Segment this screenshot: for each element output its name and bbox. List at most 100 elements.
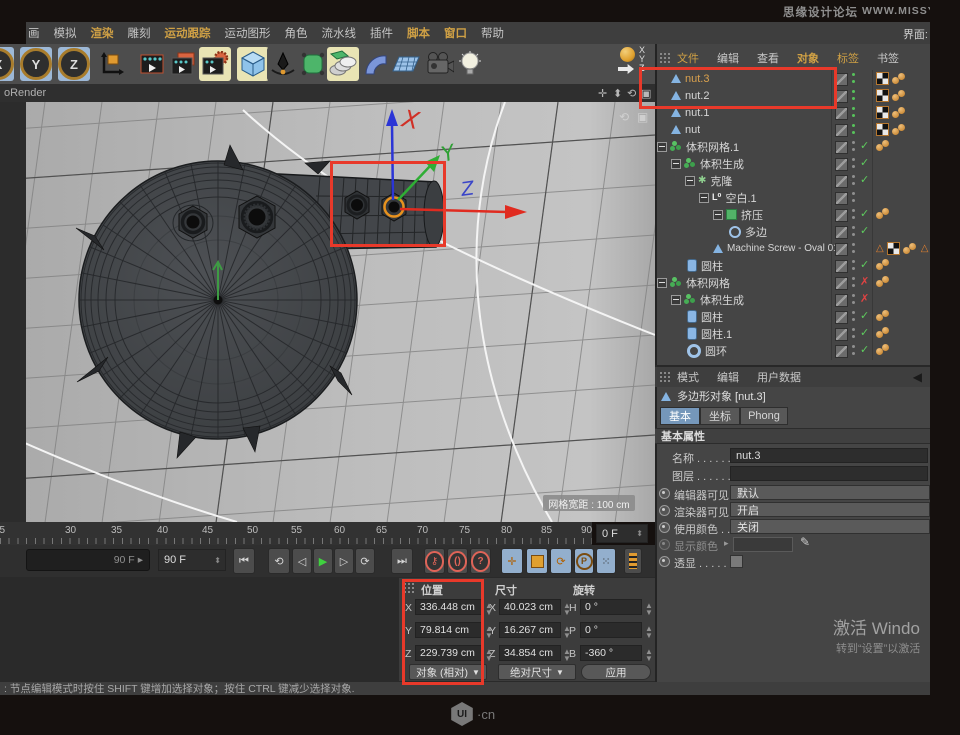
render-visibility-radio[interactable]: [659, 505, 670, 516]
am-menu-edit[interactable]: 编辑: [717, 369, 739, 385]
om-menu-bookmarks[interactable]: 书签: [877, 50, 899, 66]
disabled-cross-icon[interactable]: ✗: [860, 275, 869, 288]
render-view-button[interactable]: [137, 47, 169, 81]
size-x-field[interactable]: 40.023 cm: [499, 599, 561, 615]
color-picker-pen-icon[interactable]: ✎: [800, 535, 810, 549]
record-parameter-button[interactable]: P: [574, 548, 594, 574]
phong-tag-icon[interactable]: [876, 276, 891, 288]
object-row-cylinder-1[interactable]: 圆柱.1 ✓: [655, 325, 930, 342]
object-row-volume-builder[interactable]: 体积生成 ✗: [655, 291, 930, 308]
camera-rotate-icon[interactable]: ⟲: [619, 110, 629, 124]
layer-icon[interactable]: [835, 141, 848, 154]
protection-tag-icon[interactable]: △: [921, 243, 929, 254]
render-visibility-dropdown[interactable]: 开启: [730, 502, 930, 517]
next-key-button[interactable]: ▷: [334, 548, 354, 574]
record-keyframe-button[interactable]: ⚷: [424, 548, 445, 574]
keyframe-selection-button[interactable]: ?: [470, 548, 491, 574]
menu-item-mograph[interactable]: 运动图形: [225, 25, 271, 41]
visibility-dots-icon[interactable]: [852, 175, 856, 186]
object-row-null-1[interactable]: L⁰ 空白.1: [655, 189, 930, 206]
menu-item-animate[interactable]: 画: [28, 25, 40, 41]
x-axis-lock-button[interactable]: X: [0, 47, 14, 81]
layer-icon[interactable]: [835, 124, 848, 137]
layer-icon[interactable]: [835, 243, 848, 256]
phong-tag-icon[interactable]: [876, 259, 891, 271]
axis-ball-icon[interactable]: [620, 47, 635, 62]
menu-item-plugins[interactable]: 插件: [370, 25, 393, 41]
phong-tag-icon[interactable]: [892, 124, 907, 136]
texture-tag-icon[interactable]: [876, 123, 889, 136]
texture-tag-icon[interactable]: [876, 89, 889, 102]
viewport-toggle-icon[interactable]: ▣: [637, 110, 648, 124]
texture-tag-icon[interactable]: [876, 72, 889, 85]
frame-offset-field[interactable]: 0 F⬍: [596, 524, 648, 543]
object-row-volume-mesh[interactable]: 体积网格 ✗: [655, 274, 930, 291]
visibility-dots-icon[interactable]: [852, 277, 856, 288]
visibility-dots-icon[interactable]: [852, 124, 856, 135]
phong-tag-icon[interactable]: [892, 90, 907, 102]
enabled-check-icon[interactable]: ✓: [860, 207, 869, 220]
layer-icon[interactable]: [835, 209, 848, 222]
visibility-dots-icon[interactable]: [852, 192, 856, 203]
menu-item-motion-tracker[interactable]: 运动跟踪: [165, 25, 211, 41]
enabled-check-icon[interactable]: ✓: [860, 326, 869, 339]
protection-tag-icon[interactable]: △: [876, 243, 884, 254]
display-color-expand-icon[interactable]: ▸: [724, 538, 729, 549]
basic-properties-header[interactable]: 基本属性: [655, 428, 930, 444]
menu-item-simulate[interactable]: 模拟: [54, 25, 77, 41]
layer-icon[interactable]: [835, 226, 848, 239]
object-row-torus[interactable]: 圆环 ✓: [655, 342, 930, 359]
z-axis-lock-button[interactable]: Z: [58, 47, 90, 81]
layer-icon[interactable]: [835, 277, 848, 290]
viewport-canvas[interactable]: X Y Z: [0, 102, 655, 522]
autokey-button[interactable]: (): [447, 548, 468, 574]
use-color-dropdown[interactable]: 关闭: [730, 519, 930, 534]
tab-phong[interactable]: Phong: [740, 407, 788, 425]
spline-pen-button[interactable]: [267, 47, 299, 81]
layer-icon[interactable]: [835, 107, 848, 120]
display-color-radio[interactable]: [659, 539, 670, 550]
loop-button[interactable]: ⟳: [355, 548, 375, 574]
size-z-field[interactable]: 34.854 cm: [499, 645, 561, 661]
add-cube-button[interactable]: [237, 47, 269, 81]
object-row-volume-mesh-1[interactable]: 体积网格.1 ✓: [655, 138, 930, 155]
viewport-rotate-icon[interactable]: ⟲: [627, 87, 636, 100]
visibility-dots-icon[interactable]: [852, 141, 856, 152]
rot-p-field[interactable]: 0 °: [580, 622, 642, 638]
previous-key-button[interactable]: ◁: [292, 548, 312, 574]
menu-item-character[interactable]: 角色: [285, 25, 308, 41]
object-row-nut2[interactable]: nut.2: [655, 87, 930, 104]
xray-radio[interactable]: [659, 556, 670, 567]
phong-tag-icon[interactable]: [876, 208, 891, 220]
goto-end-button[interactable]: ⏭: [391, 548, 413, 574]
visibility-dots-icon[interactable]: [852, 73, 856, 84]
layer-icon[interactable]: [835, 345, 848, 358]
om-menu-tags[interactable]: 标签: [837, 50, 859, 66]
menu-item-sculpt[interactable]: 雕刻: [128, 25, 151, 41]
phong-tag-icon[interactable]: [876, 327, 891, 339]
disabled-cross-icon[interactable]: ✗: [860, 292, 869, 305]
am-menu-mode[interactable]: 模式: [677, 369, 699, 385]
object-row-nut[interactable]: nut: [655, 121, 930, 138]
coordinate-system-button[interactable]: [96, 47, 128, 81]
object-row-cylinder-b[interactable]: 圆柱 ✓: [655, 308, 930, 325]
position-mode-dropdown[interactable]: 对象 (相对)▼: [409, 664, 487, 680]
timeline-range-slider[interactable]: 90 F▸: [26, 549, 150, 571]
texture-tag-icon[interactable]: [876, 106, 889, 119]
pos-y-field[interactable]: 79.814 cm: [415, 622, 483, 638]
sphere-nut-small[interactable]: [173, 205, 213, 241]
visibility-dots-icon[interactable]: [852, 158, 856, 169]
phong-tag-icon[interactable]: [892, 73, 907, 85]
om-menu-file[interactable]: 文件: [677, 50, 699, 66]
layer-icon[interactable]: [835, 294, 848, 307]
texture-tag-icon[interactable]: [887, 242, 900, 255]
interface-selector-label[interactable]: 界面:: [903, 26, 928, 42]
camera-object-button[interactable]: [424, 47, 456, 81]
visibility-dots-icon[interactable]: [852, 209, 856, 220]
object-manager-grip[interactable]: [659, 52, 671, 64]
phong-tag-icon[interactable]: [903, 243, 918, 255]
menu-item-help[interactable]: 帮助: [481, 25, 504, 41]
phong-tag-icon[interactable]: [876, 140, 891, 152]
object-row-cylinder-a[interactable]: 圆柱 ✓: [655, 257, 930, 274]
layer-icon[interactable]: [835, 158, 848, 171]
